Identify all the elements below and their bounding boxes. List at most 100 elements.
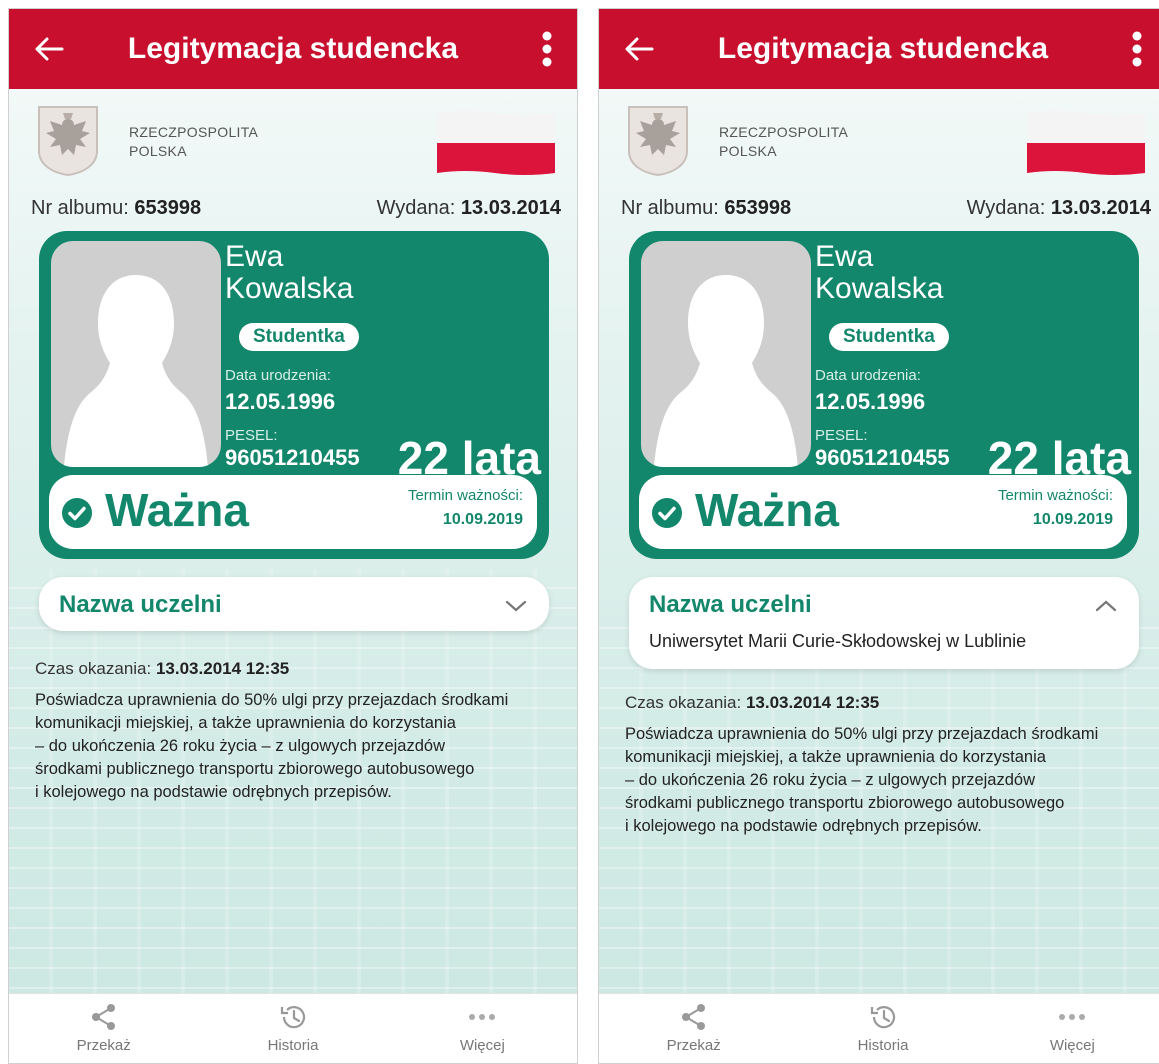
- description-line: i kolejowego na podstawie odrębnych prze…: [35, 783, 392, 801]
- last-name: Kowalska: [815, 272, 944, 305]
- issue-date: Wydana: 13.03.2014: [376, 197, 561, 219]
- entitlement-description: Poświadcza uprawnienia do 50% ulgi przy …: [625, 723, 1145, 838]
- status-box: Ważna Termin ważności: 10.09.2019: [49, 475, 537, 549]
- share-icon: [681, 1004, 705, 1030]
- nav-share[interactable]: Przekaż: [599, 994, 788, 1063]
- dob-value: 12.05.1996: [815, 389, 926, 414]
- nav-history-label: Historia: [857, 1037, 909, 1054]
- poland-flag-icon: [437, 111, 555, 175]
- status-box: Ważna Termin ważności: 10.09.2019: [639, 475, 1127, 549]
- pesel-value: 96051210455: [815, 445, 950, 470]
- check-circle-icon: [652, 498, 682, 528]
- country-line-2: POLSKA: [719, 143, 777, 159]
- nav-history[interactable]: Historia: [788, 994, 977, 1063]
- university-accordion[interactable]: Nazwa uczelni: [39, 577, 549, 631]
- last-name: Kowalska: [225, 272, 354, 305]
- id-card: Ewa Kowalska Studentka Data urodzenia: 1…: [39, 231, 549, 559]
- valid-until-date: 10.09.2019: [442, 511, 523, 528]
- student-name: Ewa Kowalska: [815, 241, 943, 305]
- description-line: – do ukończenia 26 roku życia – z ulgowy…: [625, 771, 1035, 789]
- bottom-nav: Przekaż Historia Więcej: [9, 993, 577, 1063]
- chevron-up-icon: [1095, 600, 1117, 612]
- description-line: środkami publicznego transportu zbiorowe…: [625, 794, 1065, 812]
- show-time: Czas okazania: 13.03.2014 12:35: [35, 659, 290, 678]
- valid-until-label: Termin ważności:: [997, 487, 1113, 504]
- eagle-emblem-icon: [38, 106, 98, 177]
- nav-history-label: Historia: [267, 1037, 319, 1054]
- role-badge: Studentka: [829, 323, 949, 351]
- first-name: Ewa: [815, 240, 874, 273]
- valid-until-date: 10.09.2019: [1032, 511, 1113, 528]
- university-accordion[interactable]: Nazwa uczelni Uniwersytet Marii Curie-Sk…: [629, 577, 1139, 669]
- album-number: Nr albumu: 653998: [621, 197, 792, 219]
- more-dots-icon: [469, 1014, 496, 1020]
- app-title: Legitymacja studencka: [127, 32, 459, 65]
- dob-value: 12.05.1996: [225, 389, 336, 414]
- role-badge: Studentka: [239, 323, 359, 351]
- dob-label: Data urodzenia:: [815, 367, 921, 384]
- country-line-1: RZECZPOSPOLITA: [129, 124, 259, 140]
- app-bar: Legitymacja studencka: [599, 9, 1159, 89]
- eagle-emblem-icon: [628, 106, 688, 177]
- document-header: RZECZPOSPOLITA POLSKA: [627, 105, 1147, 185]
- description-line: komunikacji miejskiej, a także uprawnien…: [35, 714, 456, 732]
- university-name: Uniwersytet Marii Curie-Skłodowskej w Lu…: [649, 631, 1027, 651]
- arrow-left-icon: [625, 37, 654, 61]
- app-bar: Legitymacja studencka: [9, 9, 577, 89]
- description-line: – do ukończenia 26 roku życia – z ulgowy…: [35, 737, 445, 755]
- nav-history[interactable]: Historia: [198, 994, 387, 1063]
- nav-more[interactable]: Więcej: [978, 994, 1159, 1063]
- screen-collapsed: Legitymacja studencka RZECZPOSPOLITA POL…: [8, 8, 578, 1064]
- show-time: Czas okazania: 13.03.2014 12:35: [625, 693, 880, 712]
- kebab-menu-icon: [542, 31, 552, 67]
- entitlement-description: Poświadcza uprawnienia do 50% ulgi przy …: [35, 689, 555, 804]
- nav-more-label: Więcej: [459, 1037, 505, 1054]
- country-name: RZECZPOSPOLITA POLSKA: [719, 123, 848, 161]
- pesel-label: PESEL:: [225, 427, 278, 444]
- person-silhouette-icon: [654, 275, 798, 467]
- share-icon: [91, 1004, 115, 1030]
- nav-share[interactable]: Przekaż: [9, 994, 198, 1063]
- meta-row: Nr albumu: 653998 Wydana: 13.03.2014: [621, 197, 1151, 220]
- photo-placeholder: [51, 241, 221, 467]
- nav-share-label: Przekaż: [76, 1037, 131, 1054]
- history-icon: [280, 1006, 306, 1029]
- country-name: RZECZPOSPOLITA POLSKA: [129, 123, 258, 161]
- pesel-label: PESEL:: [815, 427, 868, 444]
- description-line: środkami publicznego transportu zbiorowe…: [35, 760, 475, 778]
- person-silhouette-icon: [64, 275, 208, 467]
- first-name: Ewa: [225, 240, 284, 273]
- issue-date: Wydana: 13.03.2014: [966, 197, 1151, 219]
- chevron-down-icon: [505, 600, 527, 612]
- app-title: Legitymacja studencka: [717, 32, 1049, 65]
- nav-more[interactable]: Więcej: [388, 994, 577, 1063]
- menu-button[interactable]: [1107, 9, 1159, 89]
- description-line: i kolejowego na podstawie odrębnych prze…: [625, 817, 982, 835]
- screen-expanded: Legitymacja studencka RZECZPOSPOLITA POL…: [598, 8, 1159, 1064]
- country-line-2: POLSKA: [129, 143, 187, 159]
- document-header: RZECZPOSPOLITA POLSKA: [37, 105, 557, 185]
- bottom-nav: Przekaż Historia Więcej: [599, 993, 1159, 1063]
- check-circle-icon: [62, 498, 92, 528]
- back-button[interactable]: [599, 9, 679, 89]
- status-text: Ważna: [695, 484, 839, 536]
- description-line: Poświadcza uprawnienia do 50% ulgi przy …: [35, 691, 509, 709]
- back-button[interactable]: [9, 9, 89, 89]
- id-card: Ewa Kowalska Studentka Data urodzenia: 1…: [629, 231, 1139, 559]
- dob-label: Data urodzenia:: [225, 367, 331, 384]
- valid-until-label: Termin ważności:: [407, 487, 523, 504]
- nav-share-label: Przekaż: [666, 1037, 721, 1054]
- history-icon: [870, 1006, 896, 1029]
- description-line: komunikacji miejskiej, a także uprawnien…: [625, 748, 1046, 766]
- photo-placeholder: [641, 241, 811, 467]
- kebab-menu-icon: [1132, 31, 1142, 67]
- description-line: Poświadcza uprawnienia do 50% ulgi przy …: [625, 725, 1099, 743]
- country-line-1: RZECZPOSPOLITA: [719, 124, 849, 140]
- student-name: Ewa Kowalska: [225, 241, 353, 305]
- arrow-left-icon: [35, 37, 64, 61]
- status-text: Ważna: [105, 484, 249, 536]
- poland-flag-icon: [1027, 111, 1145, 175]
- pesel-value: 96051210455: [225, 445, 360, 470]
- menu-button[interactable]: [517, 9, 577, 89]
- more-dots-icon: [1059, 1014, 1086, 1020]
